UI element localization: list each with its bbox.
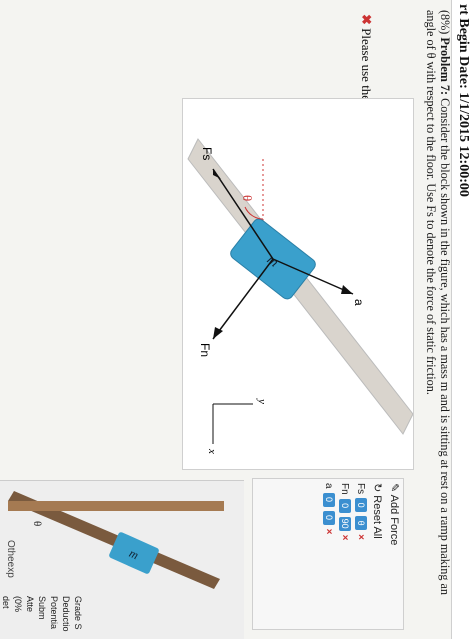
problem-page: rt Begin Date: 1/1/2015 12:00:00 (8%) Pr… (0, 0, 474, 639)
incorrect-icon: ✖ (359, 14, 374, 25)
sidebar-line: Potentia (49, 596, 59, 630)
force-row-name: Fs (355, 483, 367, 495)
grade-sidebar: Grade S Deductio Potentia Subm Atte (0% … (0, 596, 84, 636)
force-row[interactable]: Fs 0 θ × (353, 479, 369, 629)
reset-all-button[interactable]: ↻ Reset All (369, 479, 386, 629)
remove-force-icon[interactable]: × (356, 534, 367, 540)
fbd-drawing[interactable]: m θ Fn Fs a x y (183, 99, 414, 469)
force-row-angle[interactable]: 0 (323, 510, 335, 525)
page-header: rt Begin Date: 1/1/2015 12:00:00 (451, 0, 474, 639)
reference-figure-drawing: m θ (8, 491, 224, 589)
force-a-arrowhead (341, 285, 353, 294)
reference-post (8, 501, 224, 511)
sidebar-line: (0% (13, 596, 23, 613)
force-row-name: a (323, 483, 335, 489)
sidebar-line: Subm (37, 596, 47, 620)
axis-y-label: y (256, 398, 268, 404)
sidebar-line: Atte (25, 596, 35, 613)
problem-text: Consider the block shown in the figure, … (424, 10, 452, 596)
problem-label: Problem 7: (438, 37, 452, 96)
reference-angle-label: θ (31, 521, 43, 526)
add-force-label: Add Force (388, 494, 400, 546)
fbd-canvas[interactable]: m θ Fn Fs a x y (182, 98, 414, 470)
problem-points: (8%) (438, 10, 452, 35)
force-row-angle[interactable]: θ (355, 516, 367, 531)
reset-icon: ↻ (371, 483, 383, 493)
force-row[interactable]: Fn 0 90 × (337, 479, 353, 629)
angle-label: θ (240, 195, 255, 201)
force-row-value[interactable]: 0 (339, 498, 351, 513)
force-toolbar: ✎ Add Force ↻ Reset All Fs 0 θ × Fn 0 90… (252, 478, 404, 630)
remove-force-icon[interactable]: × (340, 535, 351, 541)
sidebar-line: det (1, 596, 11, 609)
force-row-name: Fn (339, 483, 351, 495)
screenshot-stage: rt Begin Date: 1/1/2015 12:00:00 (8%) Pr… (0, 0, 474, 639)
force-row-angle[interactable]: 90 (339, 516, 351, 531)
force-row-value[interactable]: 0 (323, 492, 335, 507)
add-force-button[interactable]: ✎ Add Force (386, 479, 403, 629)
force-row[interactable]: a 0 0 × (321, 479, 337, 629)
force-a-label: a (352, 299, 366, 306)
force-fs-label: Fs (200, 147, 214, 160)
footer-text: Otheexp (5, 540, 16, 578)
force-fn-label: Fn (198, 343, 212, 357)
force-row-value[interactable]: 0 (355, 498, 367, 513)
force-fn-arrow[interactable] (212, 258, 274, 340)
pencil-icon: ✎ (388, 483, 400, 493)
reset-all-label: Reset All (371, 495, 383, 539)
remove-force-icon[interactable]: × (324, 529, 335, 535)
sidebar-line: Deductio (61, 596, 71, 632)
axis-x-label: x (206, 448, 218, 454)
problem-statement: (8%) Problem 7: Consider the block shown… (424, 10, 452, 620)
sidebar-line: Grade S (73, 596, 83, 630)
